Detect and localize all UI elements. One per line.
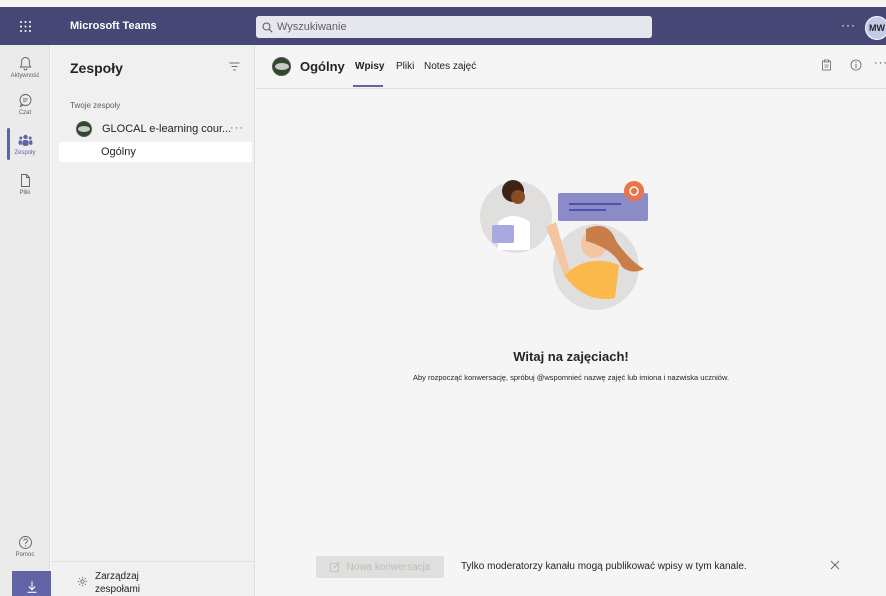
manage-label-line1: Zarządzaj xyxy=(95,571,139,582)
channel-more-button[interactable]: ··· xyxy=(874,57,886,69)
rail-label: Pomoc xyxy=(15,551,35,558)
welcome-illustration xyxy=(480,180,648,310)
help-icon xyxy=(18,535,32,549)
rail-item-help[interactable]: Pomoc xyxy=(0,526,50,566)
channel-header: Ogólny Wpisy Pliki Notes zajęć ··· xyxy=(256,45,886,89)
rail-item-files[interactable]: Pliki xyxy=(0,164,50,204)
close-icon xyxy=(830,560,840,570)
filter-icon xyxy=(229,62,240,71)
chat-icon xyxy=(18,93,31,107)
file-icon xyxy=(20,173,30,187)
rail-item-teams[interactable]: Zespoły xyxy=(0,124,50,164)
channel-view: Ogólny Wpisy Pliki Notes zajęć ··· Witaj… xyxy=(256,45,886,596)
rail-label: Pliki xyxy=(19,189,31,196)
active-tab-indicator xyxy=(353,85,383,87)
app-title: Microsoft Teams xyxy=(70,20,157,32)
search-input[interactable] xyxy=(277,21,637,33)
team-name: GLOCAL e-learning cour... xyxy=(102,123,232,135)
welcome-title: Witaj na zajęciach! xyxy=(513,349,629,364)
welcome-subtitle: Aby rozpocząć konwersację, spróbuj @wspo… xyxy=(412,373,730,382)
team-more-button[interactable]: ··· xyxy=(230,122,244,134)
new-conversation-button[interactable]: Nowa konwersacja xyxy=(316,556,444,578)
more-options-button[interactable]: ··· xyxy=(841,7,856,45)
channel-item[interactable]: Ogólny xyxy=(59,142,252,162)
manage-teams-label: Zarządzaj zespołami xyxy=(95,570,175,596)
clipboard-icon xyxy=(822,59,831,71)
dismiss-button[interactable] xyxy=(830,560,840,573)
title-bar: Microsoft Teams ··· MW xyxy=(0,7,886,45)
rail-item-activity[interactable]: Aktywność xyxy=(0,47,50,87)
rail-item-chat[interactable]: Czat xyxy=(0,84,50,124)
meeting-notes-button[interactable] xyxy=(821,59,832,74)
team-logo xyxy=(76,121,92,137)
download-button[interactable] xyxy=(12,571,52,596)
manage-label-line2: zespołami xyxy=(95,584,141,595)
manage-teams-button[interactable]: Zarządzaj zespołami xyxy=(51,561,255,596)
avatar[interactable]: MW xyxy=(865,16,886,40)
bell-icon xyxy=(19,56,31,70)
gear-icon xyxy=(77,576,88,587)
compose-icon xyxy=(329,562,340,572)
moderator-note: Tylko moderatorzy kanału mogą publikować… xyxy=(461,561,747,572)
search-icon xyxy=(262,21,273,33)
info-icon xyxy=(850,59,862,71)
rail-label: Zespoły xyxy=(14,149,36,156)
channel-team-logo xyxy=(272,57,291,76)
filter-button[interactable] xyxy=(229,62,240,74)
channel-name: Ogólny xyxy=(101,146,136,158)
rail-label: Aktywność xyxy=(10,72,40,79)
download-icon xyxy=(27,581,37,593)
tab-class-notebook[interactable]: Notes zajęć xyxy=(424,61,476,72)
tab-posts[interactable]: Wpisy xyxy=(355,61,384,72)
section-label: Twoje zespoły xyxy=(70,101,121,110)
app-launcher-icon[interactable] xyxy=(0,7,50,45)
teams-icon xyxy=(18,134,32,146)
app-rail: Aktywność Czat Zespoły Pliki Pomoc xyxy=(0,45,52,596)
search-box[interactable] xyxy=(256,16,652,38)
teams-panel: Zespoły Twoje zespoły GLOCAL e-learning … xyxy=(51,45,255,596)
panel-title: Zespoły xyxy=(70,60,123,76)
channel-title: Ogólny xyxy=(300,59,345,74)
new-conversation-label: Nowa konwersacja xyxy=(346,561,431,573)
rail-label: Czat xyxy=(18,109,32,116)
channel-info-button[interactable] xyxy=(850,59,862,74)
team-item[interactable]: GLOCAL e-learning cour... ··· xyxy=(59,116,251,142)
tab-files[interactable]: Pliki xyxy=(396,61,414,72)
